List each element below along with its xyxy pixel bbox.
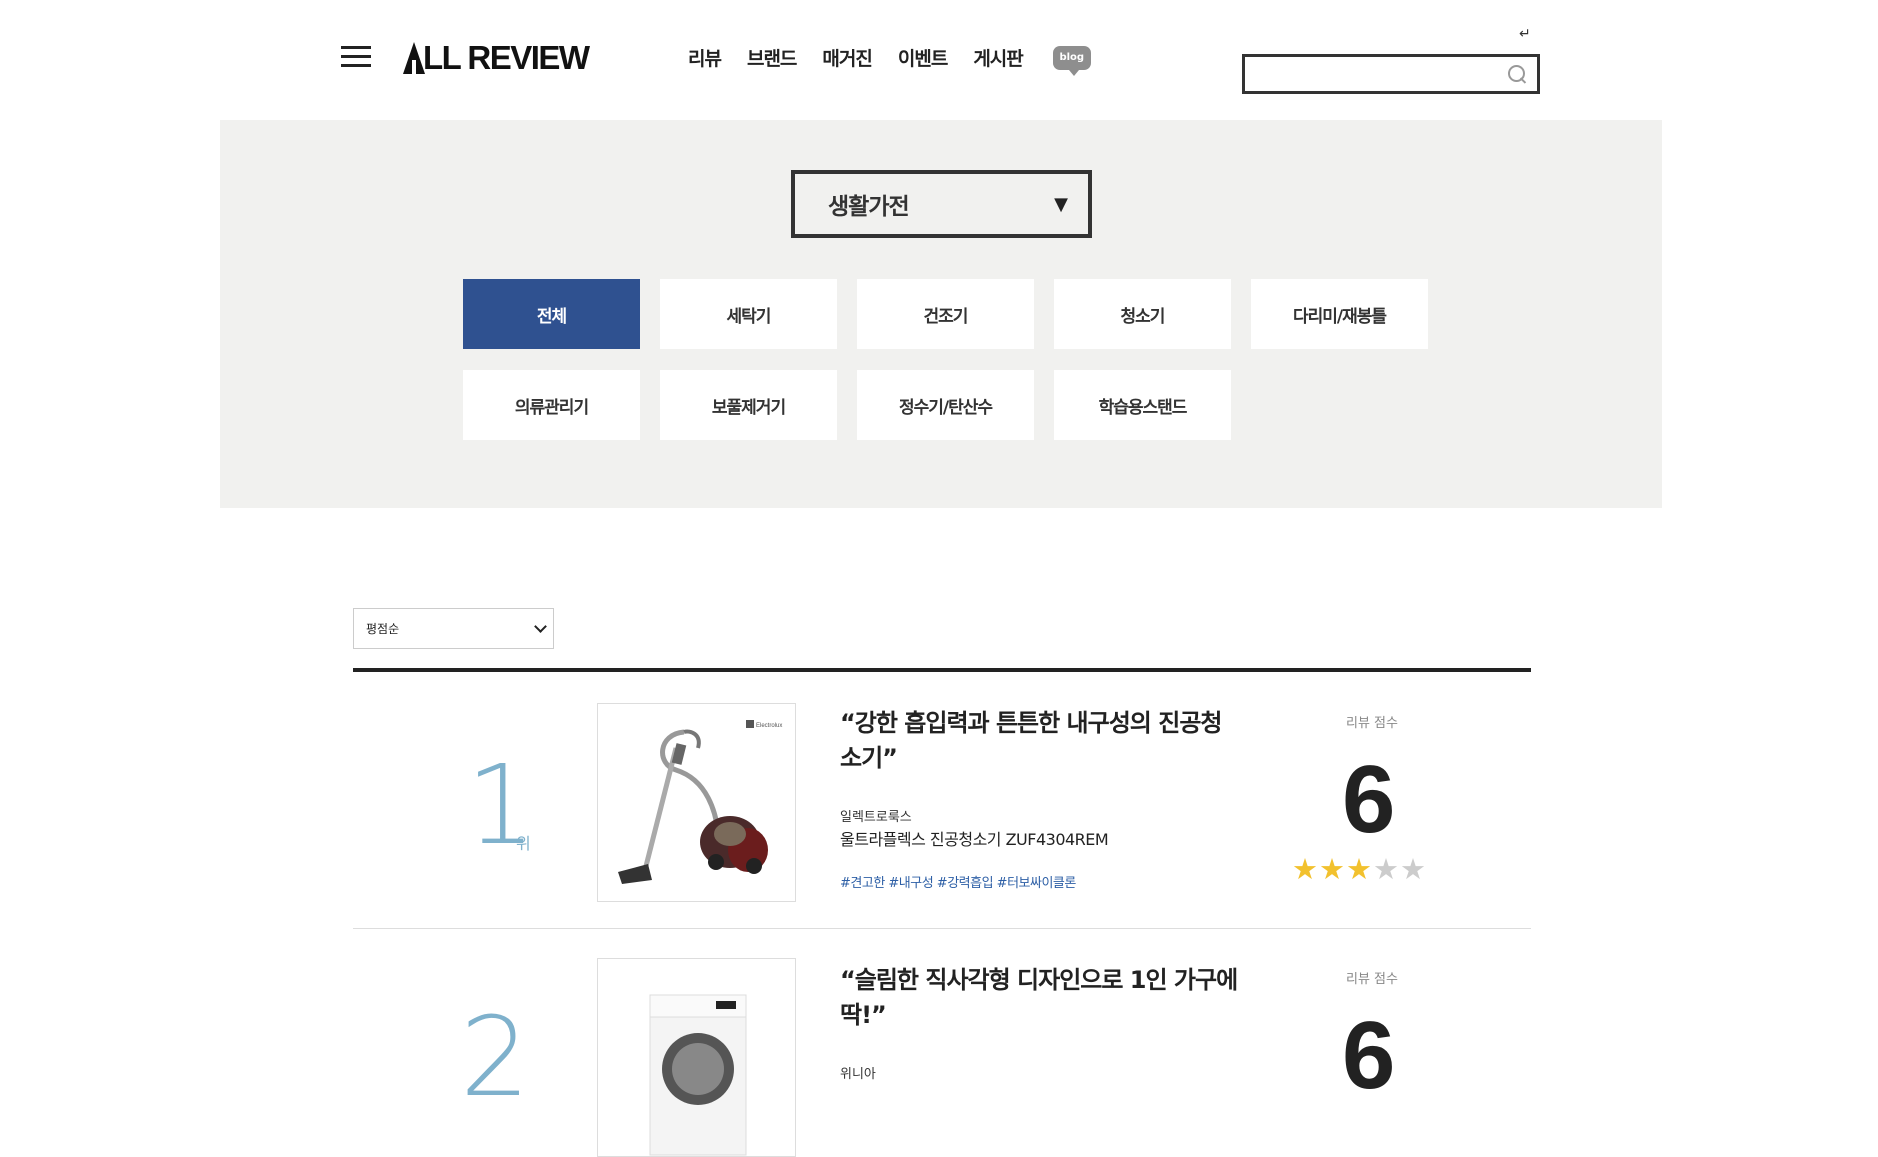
row-divider xyxy=(353,928,1531,929)
category-panel: 생활가전 ▼ 전체 세탁기 건조기 청소기 다리미/재봉틀 의류관리기 보풀제거… xyxy=(220,120,1662,508)
star-icon-filled: ★ xyxy=(1346,852,1373,886)
review-title[interactable]: “슬림한 직사각형 디자인으로 1인 가구에 딱!” xyxy=(840,963,1240,1033)
star-rating: ★★★★★ xyxy=(1292,852,1427,886)
rank-1: 1 위 xyxy=(466,750,556,860)
product-name[interactable]: 울트라플렉스 진공청소기 ZUF4304REM xyxy=(840,826,1109,850)
review-score: 6 xyxy=(1342,1002,1396,1109)
site-header: LL REVIEW 리뷰 브랜드 매거진 이벤트 게시판 blog ↵ xyxy=(0,0,1878,120)
list-top-divider xyxy=(353,668,1531,672)
chevron-down-icon xyxy=(534,620,547,633)
category-button-study-lamp[interactable]: 학습용스탠드 xyxy=(1054,370,1231,440)
main-nav: 리뷰 브랜드 매거진 이벤트 게시판 blog xyxy=(688,44,1091,76)
washing-machine-image xyxy=(649,994,747,1156)
nav-item-magazine[interactable]: 매거진 xyxy=(822,44,872,71)
logo-text: LL REVIEW xyxy=(423,39,590,76)
login-icon[interactable]: ↵ xyxy=(1519,26,1531,42)
star-icon-filled: ★ xyxy=(1292,852,1319,886)
category-button-water-purifier[interactable]: 정수기/탄산수 xyxy=(857,370,1034,440)
score-label: 리뷰 점수 xyxy=(1346,972,1398,987)
star-icon-empty: ★ xyxy=(1400,852,1427,886)
sort-dropdown[interactable]: 평점순 xyxy=(353,608,554,649)
product-image-vacuum[interactable]: Electrolux xyxy=(597,703,796,902)
category-button-clothes-care[interactable]: 의류관리기 xyxy=(463,370,640,440)
blog-icon[interactable]: blog xyxy=(1052,45,1091,76)
vacuum-cleaner-image: Electrolux xyxy=(618,720,782,884)
product-image-washer[interactable] xyxy=(597,958,796,1157)
review-title[interactable]: “강한 흡입력과 튼튼한 내구성의 진공청소기” xyxy=(840,706,1240,776)
star-icon-empty: ★ xyxy=(1373,852,1400,886)
rank-unit: 위 xyxy=(516,834,531,853)
nav-item-board[interactable]: 게시판 xyxy=(973,44,1023,71)
category-group-dropdown[interactable]: 생활가전 ▼ xyxy=(791,170,1092,238)
dropdown-arrow-icon: ▼ xyxy=(1054,193,1068,215)
site-logo[interactable]: LL REVIEW xyxy=(403,38,590,78)
product-brand: 위니아 xyxy=(840,1067,876,1082)
search-input[interactable] xyxy=(1253,57,1497,93)
rank-2: 2 xyxy=(460,1002,550,1112)
product-brand: 일렉트로룩스 xyxy=(840,810,912,825)
product-tags[interactable]: #견고한 #내구성 #강력흡입 #터보싸이클론 xyxy=(840,872,1076,891)
category-button-washer[interactable]: 세탁기 xyxy=(660,279,837,349)
score-label: 리뷰 점수 xyxy=(1346,716,1398,731)
rank-number: 2 xyxy=(460,993,530,1121)
sort-value: 평점순 xyxy=(366,622,400,636)
search-box xyxy=(1242,54,1540,94)
logo-mark-icon xyxy=(403,42,425,74)
category-button-all[interactable]: 전체 xyxy=(463,279,640,349)
nav-item-brand[interactable]: 브랜드 xyxy=(747,44,797,71)
nav-item-event[interactable]: 이벤트 xyxy=(898,44,948,71)
category-button-lint-remover[interactable]: 보풀제거기 xyxy=(660,370,837,440)
image-brand-text: Electrolux xyxy=(756,723,782,729)
category-button-vacuum[interactable]: 청소기 xyxy=(1054,279,1231,349)
category-button-iron[interactable]: 다리미/재봉틀 xyxy=(1251,279,1428,349)
review-score: 6 xyxy=(1342,746,1396,853)
search-icon[interactable] xyxy=(1508,65,1525,82)
nav-item-review[interactable]: 리뷰 xyxy=(688,44,722,71)
star-icon-filled: ★ xyxy=(1319,852,1346,886)
hamburger-menu-icon[interactable] xyxy=(341,46,371,68)
category-group-label: 생활가전 xyxy=(828,194,910,220)
category-button-dryer[interactable]: 건조기 xyxy=(857,279,1034,349)
